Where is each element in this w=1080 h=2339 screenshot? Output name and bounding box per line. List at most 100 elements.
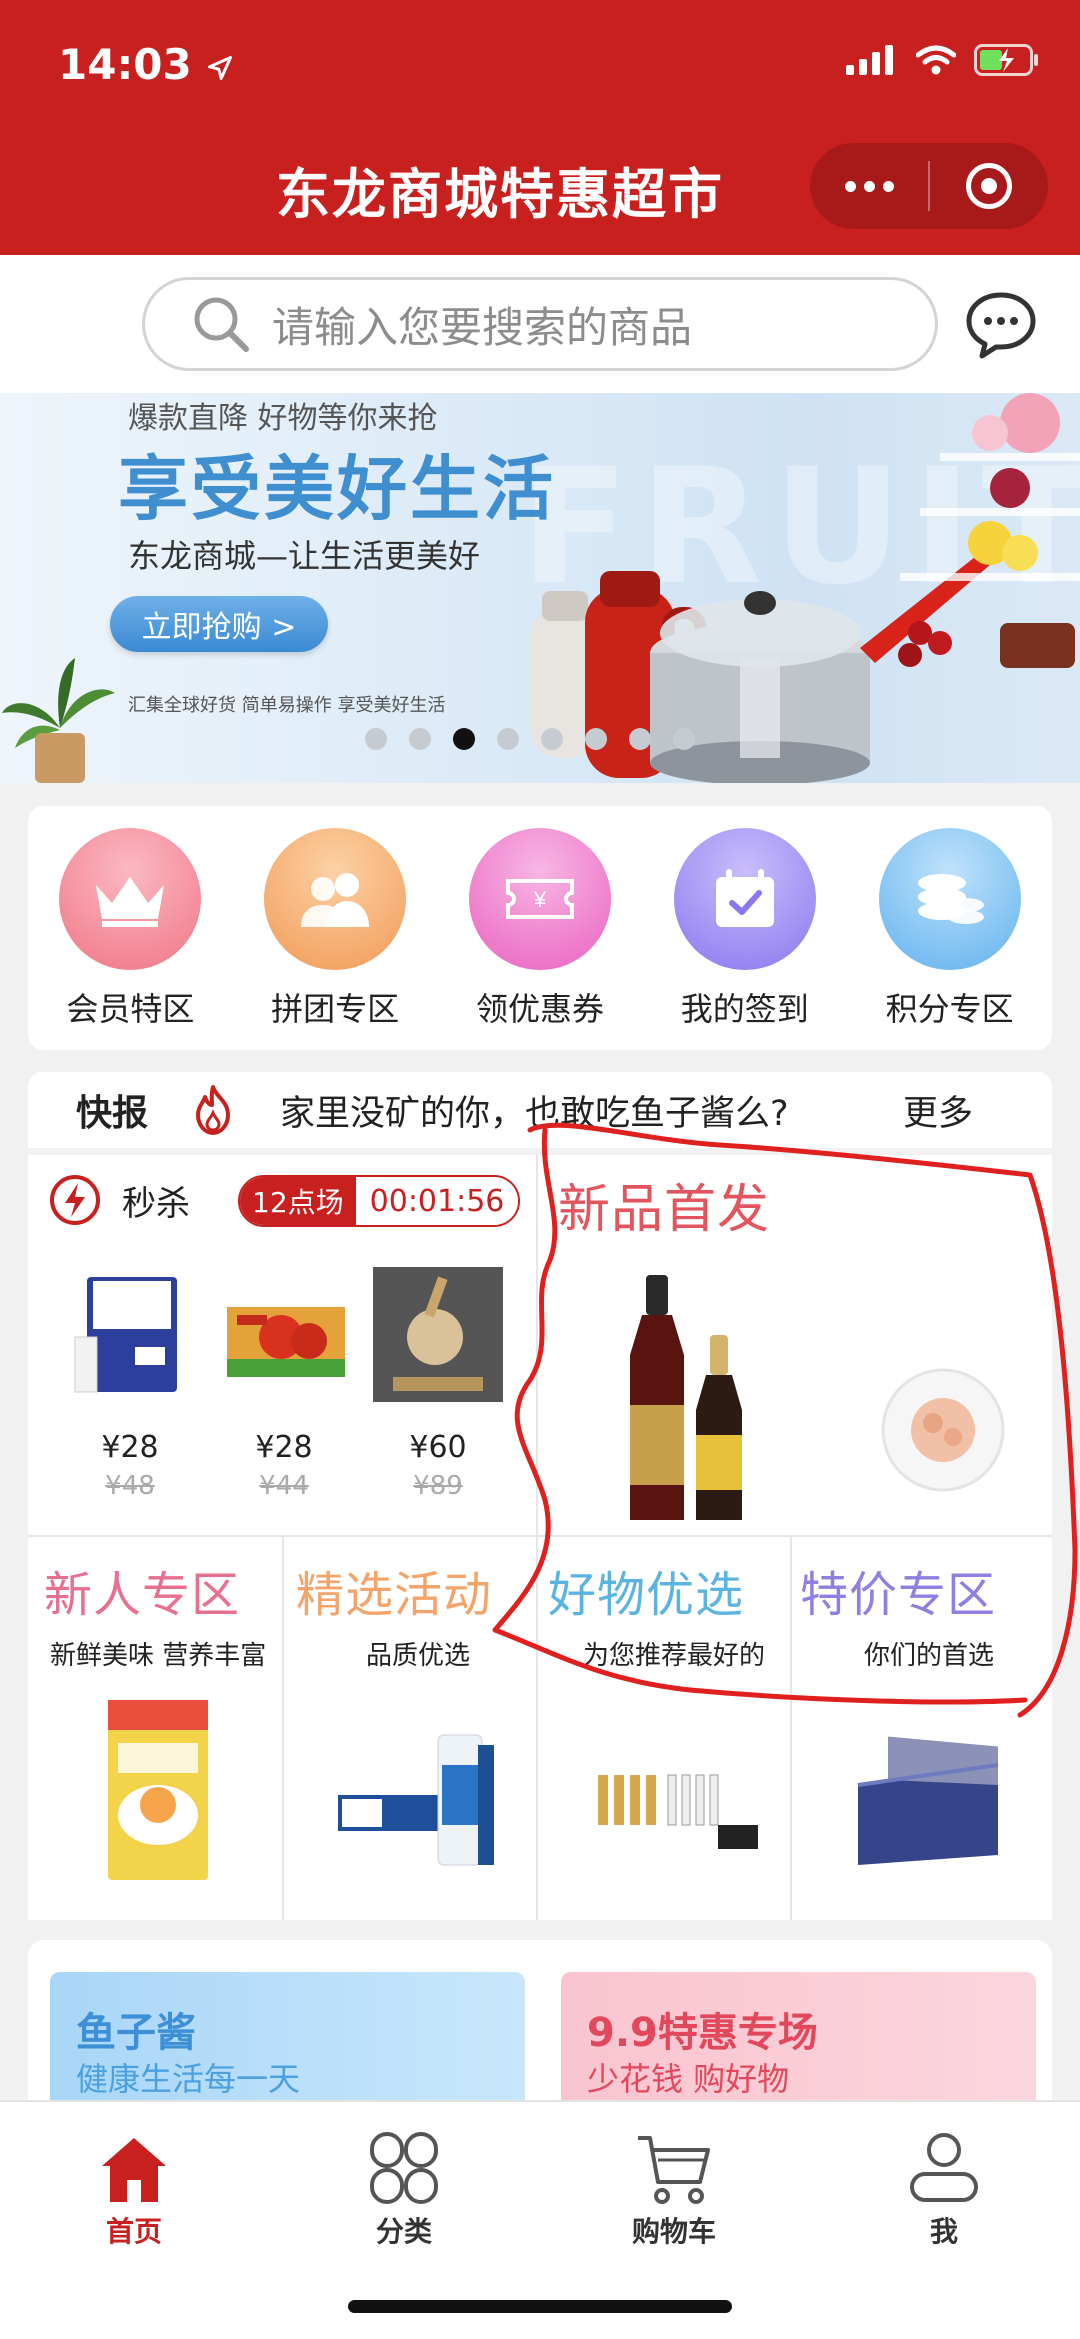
banner-small-text: 汇集全球好货 简单易操作 享受美好生活 [128, 695, 446, 716]
target-icon [966, 163, 1012, 209]
slide-dot[interactable] [673, 728, 695, 750]
menu-item-points[interactable]: 积分专区 [860, 828, 1040, 1050]
menu-label: 会员特区 [66, 990, 195, 1028]
slide-dot[interactable] [629, 728, 651, 750]
more-dots-icon [844, 180, 894, 192]
slide-dot[interactable] [365, 728, 387, 750]
promo-title: 鱼子酱 [76, 2010, 196, 2056]
menu-item-checkin[interactable]: 我的签到 [655, 828, 835, 1050]
seckill-original-price: ¥89 [413, 1471, 463, 1501]
tab-label: 首页 [105, 2215, 162, 2248]
rice-flour-box-image [108, 1700, 208, 1880]
coins-icon [878, 828, 1021, 970]
seckill-countdown: 00:01:56 [355, 1177, 519, 1225]
fruit-shelf-image [898, 393, 1080, 668]
seckill-price: ¥60 [409, 1430, 467, 1465]
food-plate-image [881, 1368, 1005, 1492]
tab-cart[interactable]: 购物车 [574, 2114, 774, 2250]
activity-grid: 秒杀 12点场 00:01:56 ¥28 ¥48 ¥28 ¥44 ¥60 ¥89… [28, 1155, 1052, 1920]
search-placeholder: 请输入您要搜索的商品 [272, 302, 693, 352]
menu-label: 拼团专区 [271, 990, 400, 1028]
sauce-bottles-image [630, 1275, 742, 1520]
promo-title: 9.9特惠专场 [587, 2010, 818, 2056]
search-input[interactable]: 请输入您要搜索的商品 [142, 277, 938, 371]
category-icon [370, 2132, 438, 2204]
banner-buy-button[interactable]: 立即抢购 > [110, 596, 328, 652]
menu-item-member[interactable]: 会员特区 [40, 828, 220, 1050]
location-arrow-icon [208, 55, 233, 80]
toothpaste-image [338, 1734, 494, 1866]
section-title: 新人专区 [44, 1567, 241, 1623]
battery-charging-icon [974, 44, 1038, 76]
slide-dot[interactable] [497, 728, 519, 750]
menu-label: 积分专区 [885, 990, 1014, 1028]
section-title: 精选活动 [296, 1567, 493, 1623]
slide-dot[interactable] [541, 728, 563, 750]
quick-menu: 会员特区 拼团专区 ¥ 领优惠券 我的签到 积分专区 [28, 806, 1052, 1050]
slide-dot[interactable] [409, 728, 431, 750]
signal-icon [846, 45, 893, 75]
banner-headline: 享受美好生活 [118, 448, 556, 530]
status-time: 14:03 [58, 40, 234, 89]
more-button[interactable] [810, 143, 928, 229]
slide-dot[interactable] [585, 728, 607, 750]
milk-box-image [74, 1277, 177, 1393]
promo-caviar[interactable]: 鱼子酱 健康生活每一天 [50, 1972, 525, 2100]
close-miniprogram-button[interactable] [930, 143, 1048, 229]
section-title: 好物优选 [548, 1567, 745, 1623]
section-subtitle: 你们的首选 [864, 1641, 995, 1671]
crown-icon [59, 828, 202, 970]
seckill-original-price: ¥48 [105, 1471, 155, 1501]
promo-9-9[interactable]: 9.9特惠专场 少花钱 购好物 [561, 1972, 1036, 2100]
section-title: 特价专区 [800, 1567, 997, 1623]
miniprogram-capsule [810, 143, 1048, 229]
ampoules-image [598, 1774, 758, 1849]
news-message[interactable]: 家里没矿的你，也敢吃鱼子酱么? [280, 1085, 789, 1136]
slide-dot-active[interactable] [453, 728, 475, 750]
seckill-product-1[interactable]: ¥28 ¥48 [60, 1267, 200, 1501]
news-tag: 快报 [76, 1093, 149, 1134]
tab-profile[interactable]: 我 [844, 2114, 1044, 2250]
news-ticker[interactable]: 快报 家里没矿的你，也敢吃鱼子酱么? 更多 [28, 1072, 1052, 1148]
banner-tagline: 爆款直降 好物等你来抢 [128, 401, 438, 436]
section-subtitle: 品质优选 [366, 1641, 471, 1671]
seckill-title: 秒杀 [122, 1183, 190, 1224]
wifi-icon [916, 45, 956, 75]
user-icon [910, 2133, 978, 2202]
tab-home[interactable]: 首页 [34, 2114, 234, 2250]
section-subtitle: 为您推荐最好的 [583, 1641, 766, 1671]
banner-subline: 东龙商城—让生活更美好 [128, 537, 481, 575]
seckill-header: 秒杀 [48, 1173, 190, 1227]
menu-label: 我的签到 [680, 990, 809, 1028]
search-icon [194, 297, 249, 352]
tab-label: 购物车 [631, 2215, 716, 2248]
seckill-original-price: ¥44 [259, 1471, 309, 1501]
seckill-product-2[interactable]: ¥28 ¥44 [214, 1267, 354, 1501]
clock-decor-image [373, 1267, 503, 1402]
promo-subtitle: 少花钱 购好物 [587, 2060, 790, 2098]
menu-item-coupon[interactable]: ¥ 领优惠券 [450, 828, 630, 1050]
seckill-timer: 12点场 00:01:56 [238, 1175, 521, 1227]
top-bar: 14:03 东龙商城特惠超市 [0, 0, 1080, 255]
seckill-session: 12点场 [240, 1177, 356, 1225]
seckill-product-3[interactable]: ¥60 ¥89 [368, 1267, 508, 1501]
section-subtitle: 新鲜美味 营养丰富 [50, 1641, 267, 1671]
status-icons [846, 44, 1040, 76]
menu-item-group-buy[interactable]: 拼团专区 [245, 828, 425, 1050]
new-products-title: 新品首发 [558, 1180, 771, 1240]
promo-banner[interactable]: FRUIT 爆款直降 好物等你来抢 享受美好生活 东龙商城—让生活更美好 立即抢… [0, 393, 1080, 783]
svg-text:¥: ¥ [533, 887, 547, 912]
promo-subtitle: 健康生活每一天 [76, 2060, 301, 2098]
promo-row: 鱼子酱 健康生活每一天 9.9特惠专场 少花钱 购好物 [28, 1940, 1052, 2100]
message-icon[interactable] [965, 290, 1037, 360]
seckill-price: ¥28 [255, 1430, 313, 1465]
lightning-icon [50, 1175, 100, 1225]
tab-label: 分类 [375, 2215, 432, 2248]
tab-category[interactable]: 分类 [304, 2114, 504, 2250]
news-more-link[interactable]: 更多 [903, 1085, 973, 1136]
calendar-check-icon [673, 828, 816, 970]
coupon-icon: ¥ [468, 828, 611, 970]
banner-indicators [365, 728, 695, 750]
tab-label: 我 [929, 2215, 958, 2248]
bedding-image [857, 1733, 999, 1865]
